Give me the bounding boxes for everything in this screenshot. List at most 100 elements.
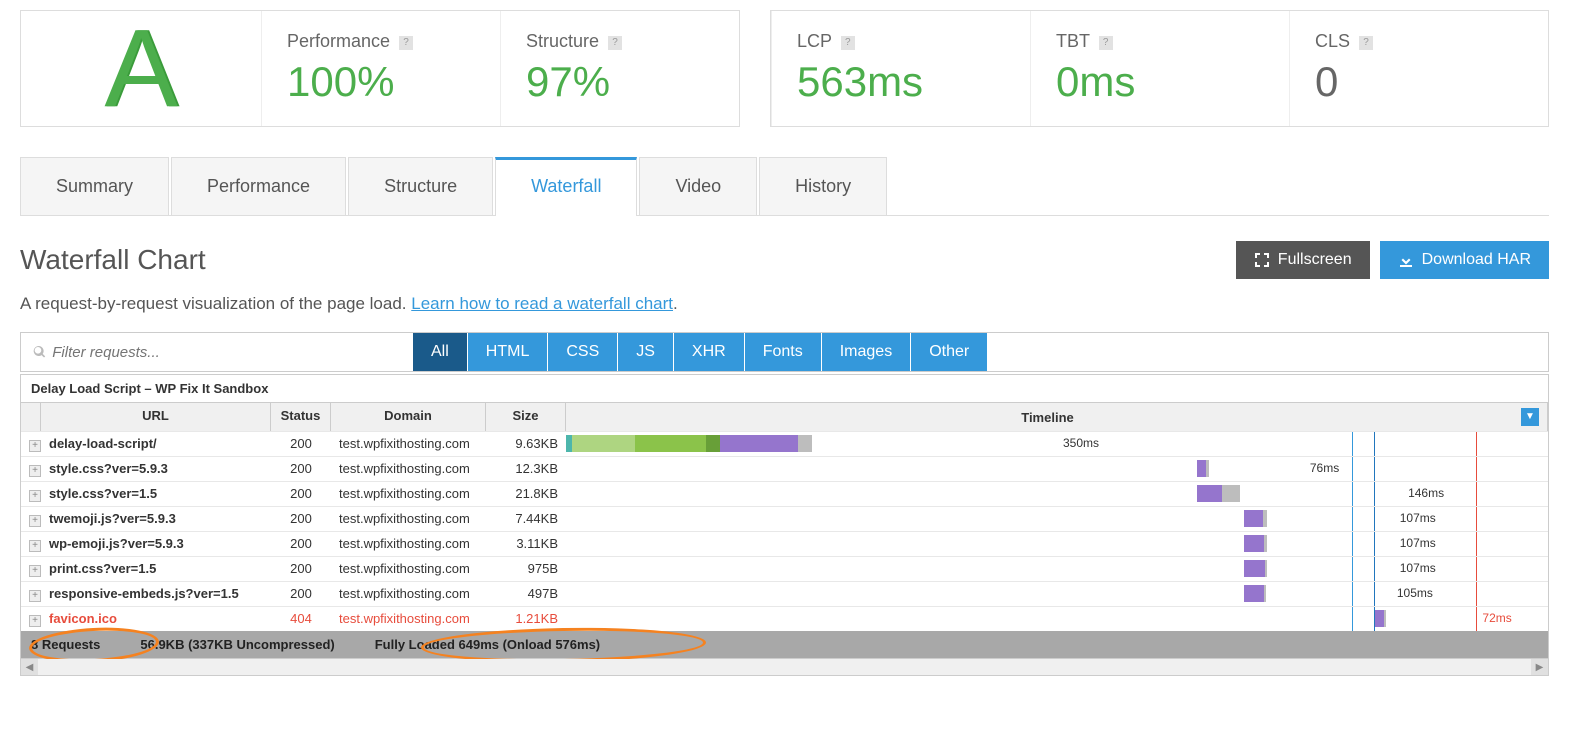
filter-tab-html[interactable]: HTML [468, 333, 549, 371]
tab-summary[interactable]: Summary [20, 157, 169, 215]
web-vitals-card: LCP ? 563ms TBT ? 0ms CLS ? 0 [770, 10, 1549, 127]
expand-icon[interactable]: + [29, 490, 41, 502]
tab-structure[interactable]: Structure [348, 157, 493, 215]
search-icon [33, 345, 46, 359]
gtmetrix-grade-card: A Performance ? 100% Structure ? 97% [20, 10, 740, 127]
lcp-metric: LCP ? 563ms [771, 11, 1030, 126]
request-size: 975B [486, 557, 566, 581]
learn-waterfall-link[interactable]: Learn how to read a waterfall chart [411, 294, 673, 313]
request-size: 12.3KB [486, 457, 566, 481]
request-status: 200 [271, 457, 331, 481]
request-status: 404 [271, 607, 331, 631]
tab-video[interactable]: Video [639, 157, 757, 215]
scroll-right-icon[interactable]: ▶ [1531, 659, 1548, 675]
request-status: 200 [271, 582, 331, 606]
filter-tab-xhr[interactable]: XHR [674, 333, 745, 371]
request-status: 200 [271, 507, 331, 531]
filter-tab-fonts[interactable]: Fonts [745, 333, 822, 371]
help-icon[interactable]: ? [399, 36, 413, 50]
request-time: 72ms [1482, 611, 1511, 625]
filter-bar: AllHTMLCSSJSXHRFontsImagesOther [20, 332, 1549, 372]
help-icon[interactable]: ? [841, 36, 855, 50]
request-url: style.css?ver=1.5 [41, 482, 271, 506]
lcp-label: LCP [797, 31, 832, 51]
request-domain: test.wpfixithosting.com [331, 482, 486, 506]
structure-metric: Structure ? 97% [500, 11, 739, 126]
lcp-value: 563ms [797, 58, 1005, 106]
summary-loaded: Fully Loaded 649ms (Onload 576ms) [375, 637, 600, 652]
performance-label: Performance [287, 31, 390, 51]
request-size: 9.63KB [486, 432, 566, 456]
fullscreen-button[interactable]: Fullscreen [1236, 241, 1370, 279]
grade-cell: A [21, 11, 261, 126]
download-icon [1398, 252, 1414, 268]
col-size: Size [486, 403, 566, 431]
request-size: 3.11KB [486, 532, 566, 556]
request-timeline: 146ms [566, 482, 1548, 506]
help-icon[interactable]: ? [1359, 36, 1373, 50]
waterfall-body[interactable]: + delay-load-script/ 200 test.wpfixithos… [21, 431, 1548, 631]
expand-icon[interactable]: + [29, 540, 41, 552]
filter-tab-images[interactable]: Images [822, 333, 911, 371]
request-size: 497B [486, 582, 566, 606]
filter-tab-all[interactable]: All [413, 333, 468, 371]
request-domain: test.wpfixithosting.com [331, 532, 486, 556]
request-domain: test.wpfixithosting.com [331, 432, 486, 456]
tab-history[interactable]: History [759, 157, 887, 215]
fullscreen-icon [1254, 252, 1270, 268]
expand-icon[interactable]: + [29, 615, 41, 627]
request-time: 350ms [1063, 436, 1099, 450]
col-domain: Domain [331, 403, 486, 431]
request-domain: test.wpfixithosting.com [331, 457, 486, 481]
filter-tabs: AllHTMLCSSJSXHRFontsImagesOther [413, 333, 988, 371]
timeline-dropdown[interactable]: ▼ [1521, 408, 1539, 426]
section-actions: Fullscreen Download HAR [1236, 241, 1549, 279]
col-status: Status [271, 403, 331, 431]
help-icon[interactable]: ? [1099, 36, 1113, 50]
table-row[interactable]: + delay-load-script/ 200 test.wpfixithos… [21, 431, 1548, 456]
expand-icon[interactable]: + [29, 465, 41, 477]
table-row[interactable]: + wp-emoji.js?ver=5.9.3 200 test.wpfixit… [21, 531, 1548, 556]
request-url: style.css?ver=5.9.3 [41, 457, 271, 481]
structure-value: 97% [526, 58, 714, 106]
table-row[interactable]: + style.css?ver=1.5 200 test.wpfixithost… [21, 481, 1548, 506]
section-description: A request-by-request visualization of th… [20, 294, 1549, 314]
request-time: 105ms [1397, 586, 1433, 600]
tab-waterfall[interactable]: Waterfall [495, 157, 637, 216]
scroll-left-icon[interactable]: ◀ [21, 659, 38, 675]
request-url: delay-load-script/ [41, 432, 271, 456]
request-domain: test.wpfixithosting.com [331, 582, 486, 606]
page-title: Waterfall Chart [20, 244, 206, 276]
filter-tab-css[interactable]: CSS [548, 333, 618, 371]
request-time: 146ms [1408, 486, 1444, 500]
cls-metric: CLS ? 0 [1289, 11, 1548, 126]
performance-value: 100% [287, 58, 475, 106]
expand-icon[interactable]: + [29, 515, 41, 527]
table-row[interactable]: + print.css?ver=1.5 200 test.wpfixithost… [21, 556, 1548, 581]
download-har-button[interactable]: Download HAR [1380, 241, 1549, 279]
waterfall-title: Delay Load Script – WP Fix It Sandbox [21, 375, 1548, 403]
request-timeline: 105ms [566, 582, 1548, 606]
horizontal-scrollbar[interactable]: ◀ ▶ [20, 659, 1549, 676]
summary-requests: 8 Requests [31, 637, 100, 652]
structure-label: Structure [526, 31, 599, 51]
filter-input[interactable] [52, 334, 401, 371]
filter-tab-other[interactable]: Other [911, 333, 988, 371]
request-status: 200 [271, 482, 331, 506]
expand-icon[interactable]: + [29, 590, 41, 602]
table-row[interactable]: + favicon.ico 404 test.wpfixithosting.co… [21, 606, 1548, 631]
tbt-label: TBT [1056, 31, 1090, 51]
filter-tab-js[interactable]: JS [618, 333, 674, 371]
table-row[interactable]: + style.css?ver=5.9.3 200 test.wpfixitho… [21, 456, 1548, 481]
table-row[interactable]: + twemoji.js?ver=5.9.3 200 test.wpfixith… [21, 506, 1548, 531]
request-domain: test.wpfixithosting.com [331, 607, 486, 631]
expand-icon[interactable]: + [29, 565, 41, 577]
expand-icon[interactable]: + [29, 440, 41, 452]
table-row[interactable]: + responsive-embeds.js?ver=1.5 200 test.… [21, 581, 1548, 606]
request-url: twemoji.js?ver=5.9.3 [41, 507, 271, 531]
request-url: favicon.ico [41, 607, 271, 631]
request-size: 7.44KB [486, 507, 566, 531]
help-icon[interactable]: ? [608, 36, 622, 50]
grade-letter: A [104, 14, 177, 124]
tab-performance[interactable]: Performance [171, 157, 346, 215]
